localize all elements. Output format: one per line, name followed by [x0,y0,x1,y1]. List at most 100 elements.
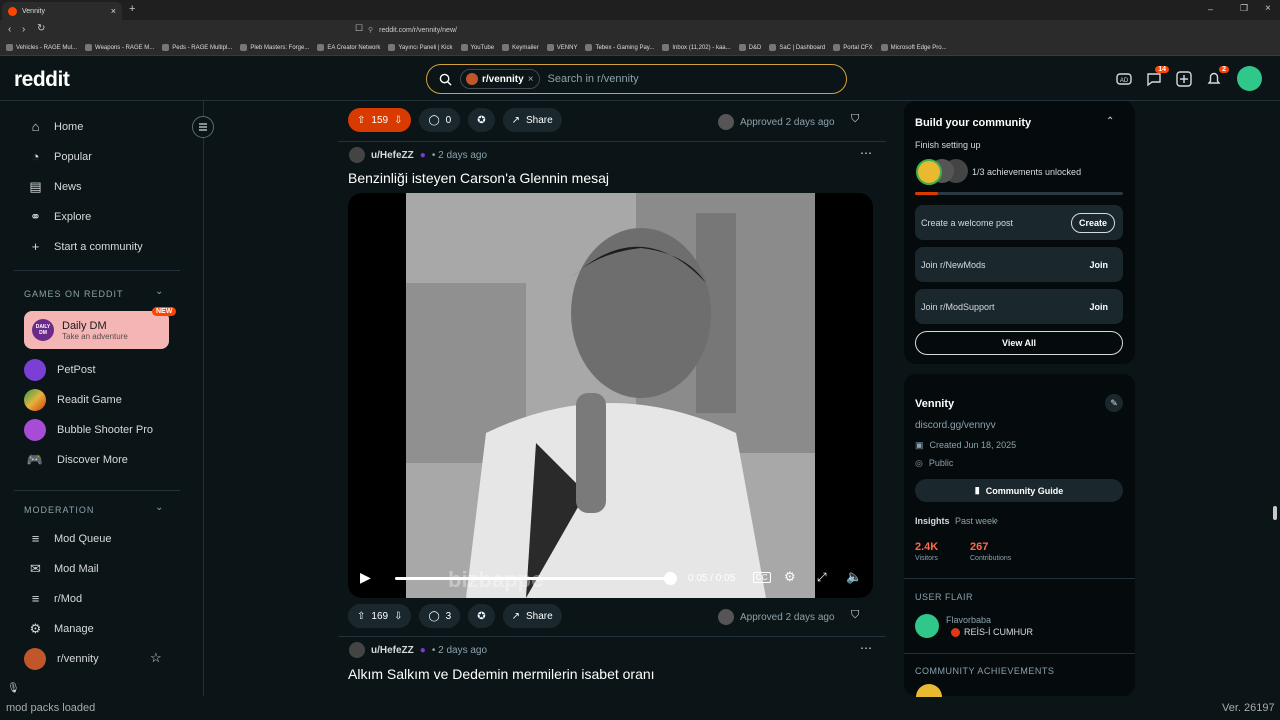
mod-shield-icon[interactable]: ⛉ [851,113,859,126]
bookmark-item[interactable]: YouTube [460,44,494,51]
share-button[interactable]: ↗ Share [502,108,562,132]
chevron-right-icon[interactable]: › [995,515,998,525]
post-title[interactable]: Benzinliği isteyen Carson'a Glennin mesa… [348,170,609,186]
bookmark-item[interactable]: D&D [738,44,761,51]
volume-icon[interactable]: 🔈 [846,569,862,585]
bookmark-item[interactable]: VENNY [546,44,577,51]
task-action-button[interactable]: Join [1082,298,1115,316]
bookmark-item[interactable]: SaC | Dashboard [769,44,825,51]
community-guide-button[interactable]: ▮ Community Guide [915,479,1123,502]
task-action-button[interactable]: Create [1070,212,1115,233]
page-scrollbar[interactable] [1273,506,1277,520]
clear-scope-icon[interactable]: × [528,74,534,85]
url-field[interactable]: ⚲ reddit.com/r/vennity/new/ [368,23,908,37]
bookmark-page-icon[interactable]: ☐ [355,23,363,34]
settings-gear-icon[interactable]: ⚙ [784,569,796,585]
captions-icon[interactable]: CC [753,572,771,583]
timeline-scrubber[interactable] [664,572,677,585]
minimize-icon[interactable]: – [1208,4,1213,14]
search-scope-chip[interactable]: r/vennity × [460,69,540,89]
video-timeline[interactable] [395,577,671,580]
game-item[interactable]: Bubble Shooter Pro [24,419,153,441]
more-options-icon[interactable]: ⋯ [860,146,872,160]
task-action-button[interactable]: Join [1082,256,1115,274]
search-scope-label: r/vennity [482,73,524,85]
user-avatar[interactable] [1237,66,1262,91]
nav-item-home[interactable]: ⌂ Home [28,119,84,134]
upvote-icon[interactable]: ⇧ [357,115,365,126]
reload-icon[interactable]: ↻ [37,23,45,34]
search-input[interactable]: Search in r/vennity [548,73,639,85]
bookmark-item[interactable]: Yayıncı Paneli | Kick [388,44,453,51]
edit-pencil-icon[interactable]: ✎ [1105,394,1123,412]
nav-item-news[interactable]: ▤ News [28,179,81,195]
mod-nav-item[interactable]: ⚙ Manage [28,621,94,637]
share-button[interactable]: ↗ Share [502,604,562,628]
back-icon[interactable]: ‹ [8,24,11,35]
browser-tab[interactable]: Vennity × [2,2,122,20]
bookmark-item[interactable]: EA Creator Network [317,44,380,51]
collapse-chevron-icon[interactable]: ⌃ [1106,116,1114,127]
reddit-logo[interactable]: reddit [14,68,70,92]
favorite-star-icon[interactable]: ☆ [150,650,162,666]
bookmark-item[interactable]: Pleb Masters: Forge... [240,44,309,51]
nav-item-explore[interactable]: ⚭ Explore [28,209,91,225]
bookmark-item[interactable]: Tebex - Gaming Pay... [585,44,654,51]
new-tab-icon[interactable]: + [129,3,135,15]
author-avatar[interactable] [349,642,365,658]
game-item[interactable]: PetPost [24,359,96,381]
community-description[interactable]: discord.gg/vennyv [915,420,996,431]
create-post-icon[interactable] [1175,70,1193,88]
comments-button[interactable]: ◯ 3 [419,604,461,628]
mod-nav-item[interactable]: ≡ Mod Queue [28,531,112,546]
mod-nav-item[interactable]: ≡ r/Mod [28,591,82,606]
game-item[interactable]: Readit Game [24,389,122,411]
insights-period[interactable]: Past week [955,516,997,526]
post-author[interactable]: u/HefeZZ [371,645,414,656]
search-bar[interactable]: r/vennity × Search in r/vennity [426,64,847,94]
award-button[interactable]: ✪ [468,604,495,628]
user-flair[interactable]: REİS-İ CUMHUR [951,627,1033,637]
site-info-icon[interactable]: ⚲ [368,26,373,34]
collapse-nav-button[interactable] [192,116,214,138]
bookmark-item[interactable]: Inbox (11,202) - kaa... [662,44,731,51]
fullscreen-icon[interactable]: ⤢ [817,570,827,585]
bookmark-item[interactable]: Vehicles - RAGE Mul... [6,44,77,51]
community-nav-item[interactable]: r/vennity [24,648,99,670]
post-author[interactable]: u/HefeZZ [371,150,414,161]
author-avatar[interactable] [349,147,365,163]
downvote-icon[interactable]: ⇩ [394,115,402,126]
downvote-icon[interactable]: ⇩ [394,611,402,622]
mic-icon[interactable]: 🎙 [7,683,20,694]
nav-item-start-a-community[interactable]: + Start a community [28,239,143,254]
close-window-icon[interactable]: × [1265,3,1271,14]
game-item[interactable]: 🎮 Discover More [24,449,128,471]
mod-nav-item[interactable]: ✉ Mod Mail [28,561,99,577]
bookmark-item[interactable]: Portal CFX [833,44,873,51]
games-collapse-chevron-icon[interactable]: ⌄ [155,286,163,297]
award-button[interactable]: ✪ [468,108,495,132]
close-tab-icon[interactable]: × [111,6,116,16]
restore-icon[interactable]: ❐ [1240,3,1248,14]
bookmark-item[interactable]: Keymailer [502,44,539,51]
chat-button[interactable]: 14 [1145,66,1169,88]
bookmark-item[interactable]: Microsoft Edge Pro... [880,44,947,51]
bookmark-item[interactable]: Weapons - RAGE M... [85,44,154,51]
upvote-icon[interactable]: ⇧ [357,611,365,622]
flair-dot-icon: ● [419,644,426,656]
mod-shield-icon[interactable]: ⛉ [851,609,859,622]
daily-dm-card[interactable]: DAILY DM Daily DM Take an adventure [24,311,169,349]
more-options-icon[interactable]: ⋯ [860,641,872,655]
notifications-button[interactable]: 2 [1205,66,1229,88]
comments-button[interactable]: ◯ 0 [419,108,461,132]
advertise-icon[interactable]: AD [1115,70,1133,88]
moderation-collapse-chevron-icon[interactable]: ⌄ [155,502,163,513]
post-title[interactable]: Alkım Salkım ve Dedemin mermilerin isabe… [348,666,655,682]
play-icon[interactable]: ▶ [360,569,371,586]
view-all-button[interactable]: View All [915,331,1123,355]
bookmark-item[interactable]: Peds - RAGE Multipl... [162,44,232,51]
video-frame[interactable] [406,193,815,598]
nav-item-popular[interactable]: ◔ Popular [28,149,92,164]
bookmark-favicon-icon [585,44,593,51]
forward-icon[interactable]: › [22,24,25,35]
